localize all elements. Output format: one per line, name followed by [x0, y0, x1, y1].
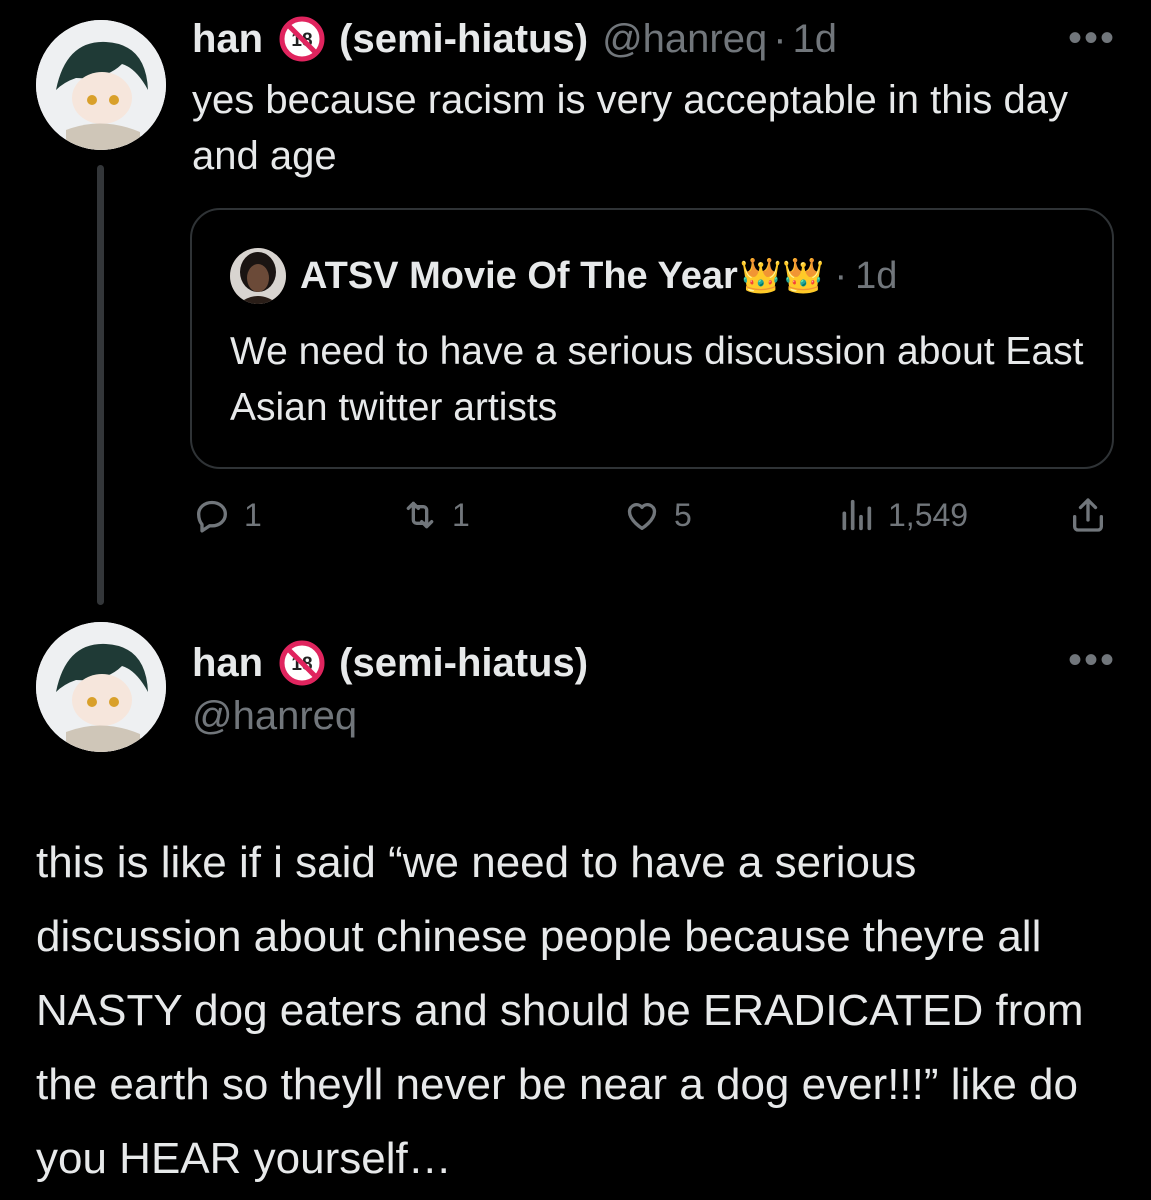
reply-button[interactable]: 1 — [192, 495, 262, 535]
quote-tweet-card[interactable]: ATSV Movie Of The Year 👑👑 · 1d We need t… — [190, 208, 1114, 469]
action-bar: 1 1 5 1,549 — [192, 495, 1112, 551]
user-handle[interactable]: @hanreq — [602, 17, 767, 62]
tweet-header: han 18 (semi-hiatus) @hanreq · 1d — [192, 14, 837, 64]
views-button[interactable]: 1,549 — [836, 495, 968, 535]
quote-timestamp: 1d — [855, 254, 898, 297]
display-name[interactable]: han — [192, 641, 263, 686]
view-count: 1,549 — [888, 496, 969, 533]
retweet-icon — [406, 501, 434, 529]
quote-text: We need to have a serious discussion abo… — [230, 330, 1084, 429]
like-button[interactable]: 5 — [622, 495, 692, 535]
age-restricted-icon: 18 — [279, 640, 325, 686]
quote-separator: · — [834, 254, 848, 297]
reply-count: 1 — [244, 496, 262, 533]
quote-avatar — [230, 248, 286, 304]
retweet-count: 1 — [452, 496, 470, 533]
status-text: (semi-hiatus) — [339, 16, 589, 61]
crown-icon: 👑👑 — [739, 257, 825, 295]
tweet-text: yes because racism is very acceptable in… — [192, 78, 1068, 178]
like-count: 5 — [674, 496, 692, 533]
avatar-image — [36, 622, 166, 752]
age-restricted-icon: 18 — [279, 16, 325, 62]
avatar[interactable] — [36, 622, 166, 752]
tweet-header: han 18 (semi-hiatus) — [192, 638, 588, 688]
quote-display-name: ATSV Movie Of The Year — [300, 254, 738, 297]
like-icon — [627, 503, 657, 530]
display-name[interactable]: han — [192, 17, 263, 62]
avatar-image — [36, 20, 166, 150]
share-button[interactable] — [1068, 495, 1120, 535]
quote-header: ATSV Movie Of The Year 👑👑 · 1d — [230, 248, 898, 304]
share-icon — [1073, 498, 1103, 532]
more-options-icon[interactable]: ••• — [1068, 640, 1116, 680]
more-options-icon[interactable]: ••• — [1068, 18, 1116, 58]
timestamp[interactable]: 1d — [793, 17, 838, 62]
separator: · — [773, 16, 787, 61]
user-handle[interactable]: @hanreq — [192, 694, 357, 739]
reply-icon — [197, 500, 227, 533]
thread-connector — [97, 165, 104, 605]
status-text: (semi-hiatus) — [339, 640, 589, 685]
tweet-text: this is like if i said “we need to have … — [36, 838, 1084, 1183]
views-icon — [842, 499, 872, 531]
retweet-button[interactable]: 1 — [400, 495, 470, 535]
avatar[interactable] — [36, 20, 166, 150]
